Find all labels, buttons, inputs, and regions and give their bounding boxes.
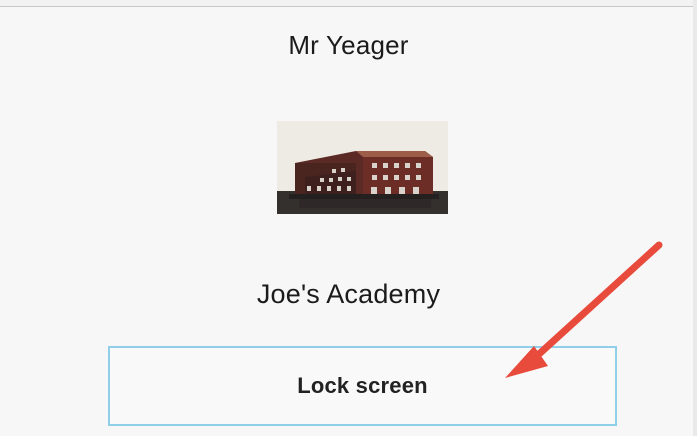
- top-divider: [0, 0, 697, 7]
- school-name: Joe's Academy: [256, 279, 441, 309]
- window-edge: [693, 0, 697, 436]
- school-building-photo-icon: [277, 121, 448, 214]
- school-photo: [277, 121, 448, 214]
- lock-screen-button[interactable]: Lock screen: [108, 346, 617, 426]
- lock-screen-label: Lock screen: [297, 373, 428, 398]
- user-name: Mr Yeager: [288, 30, 409, 60]
